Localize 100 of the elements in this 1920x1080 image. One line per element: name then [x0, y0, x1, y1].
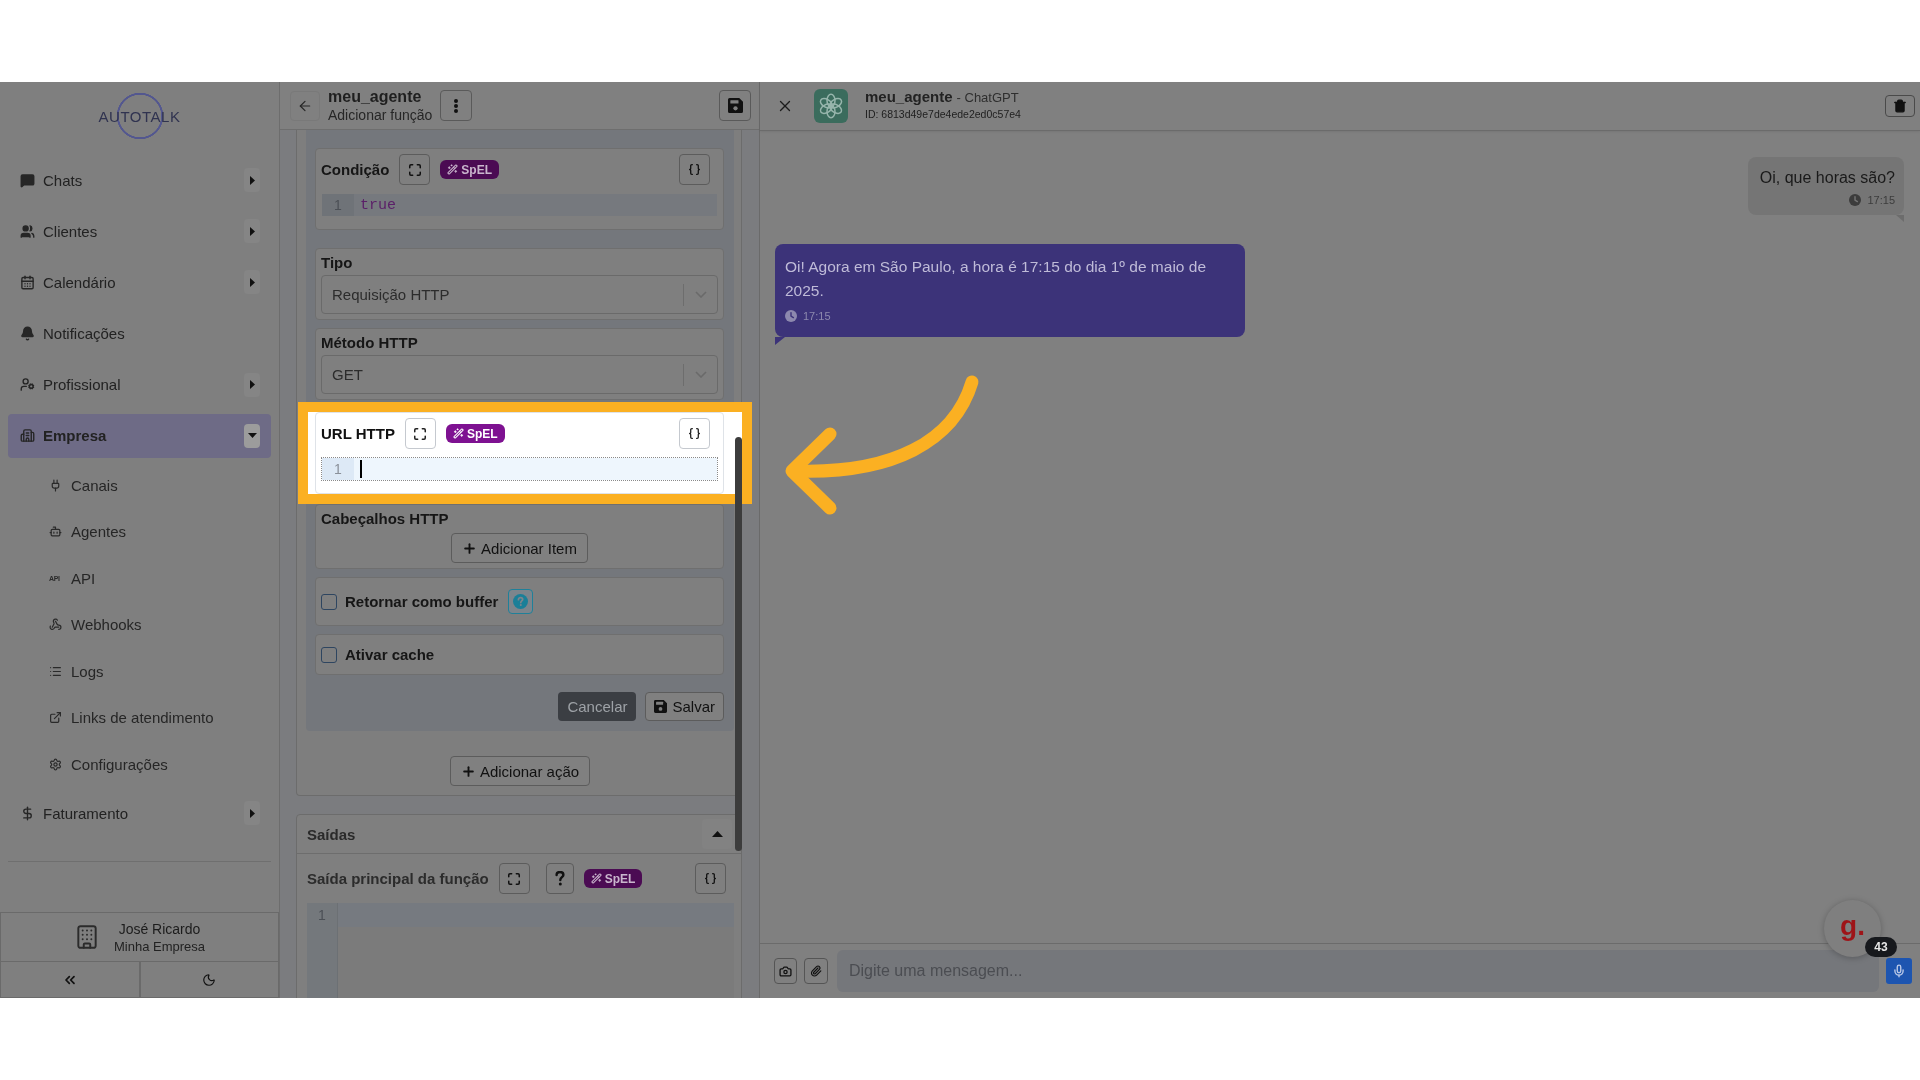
more-button[interactable]: [440, 90, 473, 121]
nav-subitem[interactable]: Agentes: [0, 511, 271, 552]
nav-item[interactable]: Calendário: [8, 260, 271, 305]
fullscreen-icon: [413, 426, 428, 441]
plus-icon: [460, 763, 476, 779]
message-text: Oi, que horas são?: [1759, 168, 1895, 188]
caret-right-icon: [249, 175, 255, 185]
magic-wand-icon: [452, 428, 464, 439]
code-text: true: [360, 196, 396, 214]
scrollbar-thumb[interactable]: [735, 437, 742, 851]
clock-icon: [1849, 194, 1862, 206]
theme-toggle-button[interactable]: [139, 961, 279, 998]
kebab-icon: [454, 98, 459, 113]
braces-icon: [688, 163, 701, 176]
add-action-button[interactable]: Adicionar ação: [449, 756, 591, 786]
question-icon: [513, 594, 529, 609]
caret-right-icon: [249, 808, 255, 818]
field-label: Método HTTP: [321, 334, 418, 351]
nav-item[interactable]: Clientes: [8, 209, 271, 254]
caret-right-icon: [249, 277, 255, 287]
robot-icon: [49, 525, 62, 539]
agent-name: meu_agente: [328, 88, 423, 106]
list-icon: [49, 664, 62, 678]
external-link-icon: [49, 711, 62, 725]
expand-button[interactable]: [244, 423, 260, 448]
question-icon: [554, 871, 565, 886]
select-field[interactable]: Requisição HTTP: [321, 275, 718, 314]
nav-item[interactable]: Faturamento: [8, 791, 271, 836]
bell-icon: [20, 326, 35, 342]
count-badge: 43: [1865, 937, 1897, 957]
fullscreen-icon: [507, 871, 522, 886]
user-gear-icon: [20, 377, 35, 393]
webhook-icon: [49, 618, 62, 632]
microphone-button[interactable]: [1886, 958, 1912, 984]
save-form-button[interactable]: Salvar: [645, 692, 724, 721]
plug-icon: [49, 478, 62, 492]
user-name: José Ricardo: [118, 920, 201, 937]
expand-button[interactable]: [244, 801, 260, 826]
checkbox[interactable]: [321, 646, 337, 663]
nav-item[interactable]: Empresa: [8, 413, 271, 458]
fullscreen-button[interactable]: [498, 863, 530, 894]
spel-badge: SpEL: [583, 869, 643, 888]
line-number: 1: [322, 458, 354, 480]
camera-button[interactable]: [774, 958, 797, 984]
nav-item[interactable]: Profissional: [8, 362, 271, 407]
select-field[interactable]: GET: [321, 355, 718, 394]
nav-subitem[interactable]: Webhooks: [0, 604, 271, 645]
nav-subitem[interactable]: Logs: [0, 651, 271, 692]
fullscreen-button[interactable]: [399, 154, 431, 185]
code-editor[interactable]: 1: [321, 457, 718, 481]
nav-subitem[interactable]: Canais: [0, 465, 271, 506]
delete-button[interactable]: [1885, 95, 1915, 117]
dollar-icon: [20, 805, 35, 821]
field-label: Condição: [321, 161, 390, 178]
expand-button[interactable]: [244, 219, 260, 244]
braces-icon: [704, 872, 717, 885]
page-subtitle: Adicionar função: [328, 107, 433, 123]
logo-icon: [814, 89, 848, 123]
settings-icon: [49, 757, 62, 771]
braces-icon: [688, 427, 701, 440]
checkbox-label: Ativar cache: [345, 646, 435, 663]
caret-down-icon: [247, 433, 257, 439]
add-item-button[interactable]: Adicionar Item: [451, 533, 588, 563]
cancel-button[interactable]: Cancelar: [558, 692, 637, 721]
magic-wand-icon: [447, 164, 459, 175]
moon-icon: [202, 972, 217, 987]
text-cursor: [360, 460, 362, 478]
nav-subitem[interactable]: Configurações: [0, 744, 271, 785]
message-text: Oi! Agora em São Paulo, a hora é 17:15 do dia 1º de maio de 2025.: [785, 257, 1207, 301]
company-name: Minha Empresa: [113, 938, 205, 954]
microphone-icon: [1892, 964, 1906, 978]
magic-wand-icon: [590, 873, 602, 884]
field-label: URL HTTP: [321, 425, 395, 442]
fullscreen-icon: [407, 162, 422, 177]
help-button[interactable]: [545, 863, 574, 894]
field-label: Saída principal da função: [307, 870, 489, 887]
expand-button[interactable]: [244, 270, 260, 295]
nav-subitem[interactable]: Links de atendimento: [0, 697, 271, 738]
checkbox-label: Retornar como buffer: [345, 593, 499, 610]
message-time: 17:15: [1867, 194, 1895, 206]
checkbox[interactable]: [321, 593, 337, 610]
nav-item[interactable]: Chats: [8, 158, 271, 202]
attach-button[interactable]: [804, 958, 828, 984]
message-time: 17:15: [803, 310, 831, 322]
nav-item[interactable]: Notificações: [8, 311, 271, 356]
spel-badge: SpEL: [445, 424, 505, 443]
clock-icon: [785, 310, 797, 322]
paperclip-icon: [810, 965, 822, 977]
section-title: Saídas: [307, 825, 357, 843]
expand-button[interactable]: [244, 168, 260, 192]
calendar-icon: [20, 274, 35, 290]
provider-name: - ChatGPT: [956, 90, 1019, 105]
caret-right-icon: [249, 380, 255, 390]
chat-title: meu_agente: [865, 88, 953, 105]
building-icon: [20, 428, 35, 444]
plus-icon: [462, 540, 478, 556]
expand-button[interactable]: [244, 372, 260, 397]
agent-id: ID: 6813d49e7de4ede2ed0c57e4: [865, 108, 1021, 120]
users-icon: [20, 223, 35, 239]
save-button[interactable]: [719, 90, 751, 121]
